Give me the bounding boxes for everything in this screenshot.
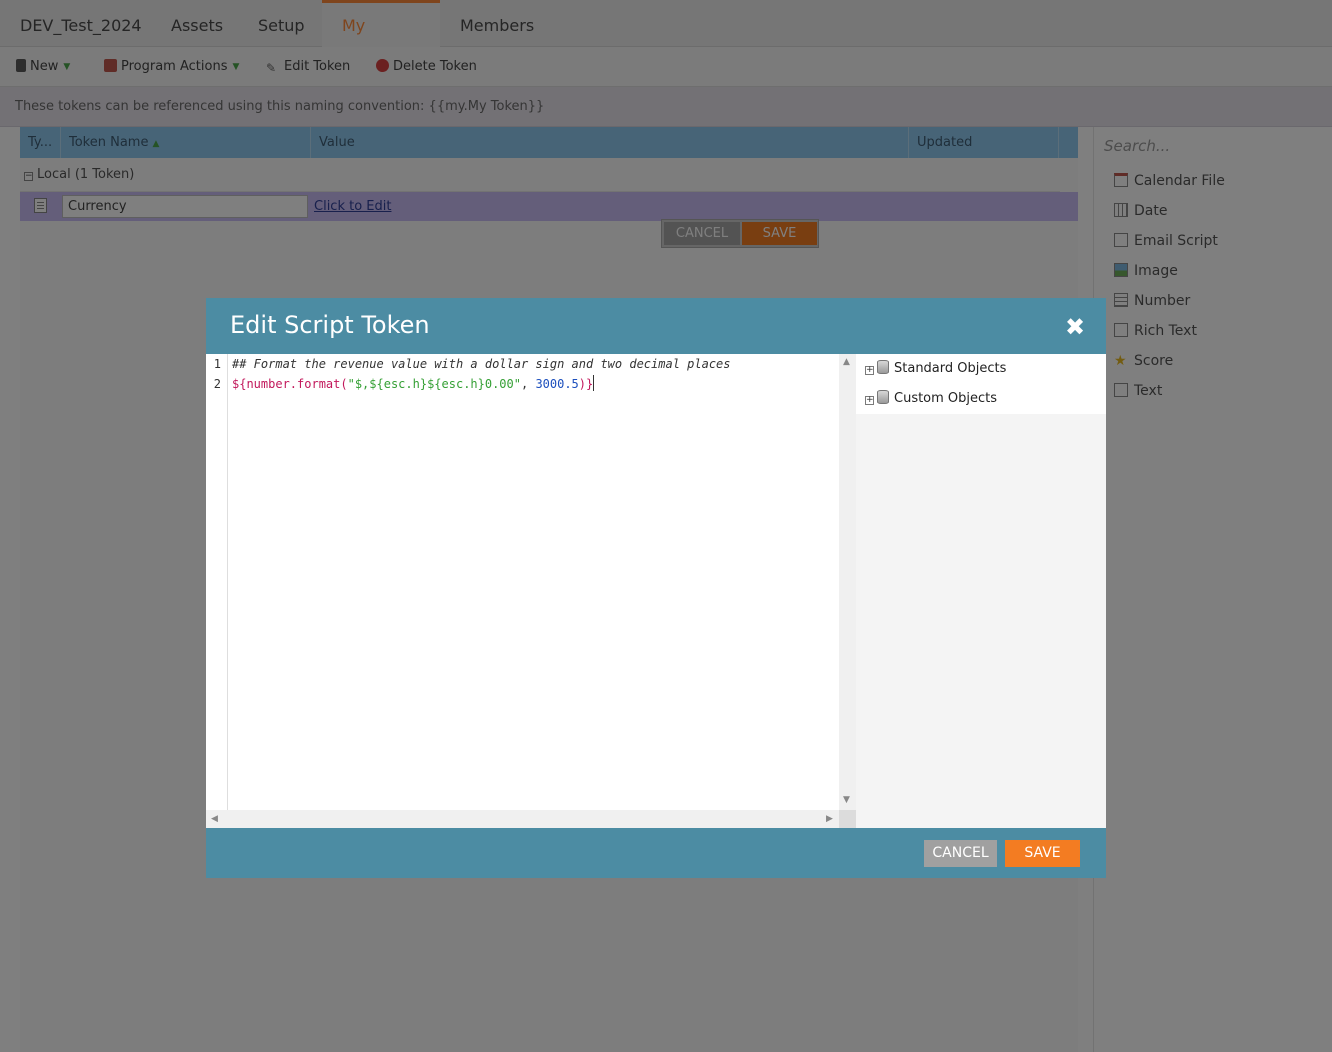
code-token-close: )} [578, 377, 594, 391]
dialog-title: Edit Script Token [230, 311, 430, 339]
line-number: 1 [213, 357, 221, 371]
tree-item-custom-objects[interactable]: + Custom Objects [856, 384, 1106, 414]
text-caret [593, 375, 595, 391]
database-icon [877, 360, 889, 374]
scroll-corner [839, 810, 856, 828]
horizontal-scrollbar[interactable]: ◀ ▶ [206, 810, 839, 828]
edit-script-token-dialog: Edit Script Token ✖ 1 2 ## Format the re… [206, 298, 1106, 878]
tree-item-label: Custom Objects [894, 391, 998, 406]
code-token-function: ${number.format( [232, 377, 348, 391]
scroll-right-icon[interactable]: ▶ [826, 814, 833, 824]
code-token-string: "$,${esc.h}${esc.h}0.00" [347, 377, 521, 391]
code-token-number: 3000.5 [535, 377, 579, 391]
code-line-expression: ${number.format("$,${esc.h}${esc.h}0.00"… [232, 374, 595, 394]
scroll-left-icon[interactable]: ◀ [211, 814, 218, 824]
script-editor[interactable]: 1 2 ## Format the revenue value with a d… [206, 354, 856, 828]
scroll-down-icon[interactable]: ▼ [843, 795, 850, 805]
code-line-comment: ## Format the revenue value with a dolla… [232, 357, 731, 371]
tree-item-label: Standard Objects [894, 361, 1007, 376]
cancel-button[interactable]: CANCEL [924, 840, 997, 867]
save-button[interactable]: SAVE [1005, 840, 1080, 867]
line-number: 2 [213, 377, 221, 391]
database-icon [877, 390, 889, 404]
tree-item-standard-objects[interactable]: + Standard Objects [856, 354, 1106, 384]
vertical-scrollbar[interactable]: ▲ ▼ [839, 354, 856, 810]
line-number-gutter: 1 2 [206, 354, 228, 810]
expand-icon[interactable]: + [865, 366, 874, 375]
code-area[interactable]: ## Format the revenue value with a dolla… [232, 354, 838, 810]
scroll-up-icon[interactable]: ▲ [843, 357, 850, 367]
code-token-separator: , [520, 377, 536, 391]
object-tree-panel: + Standard Objects + Custom Objects [856, 354, 1106, 828]
expand-icon[interactable]: + [865, 396, 874, 405]
close-icon[interactable]: ✖ [1064, 315, 1086, 339]
